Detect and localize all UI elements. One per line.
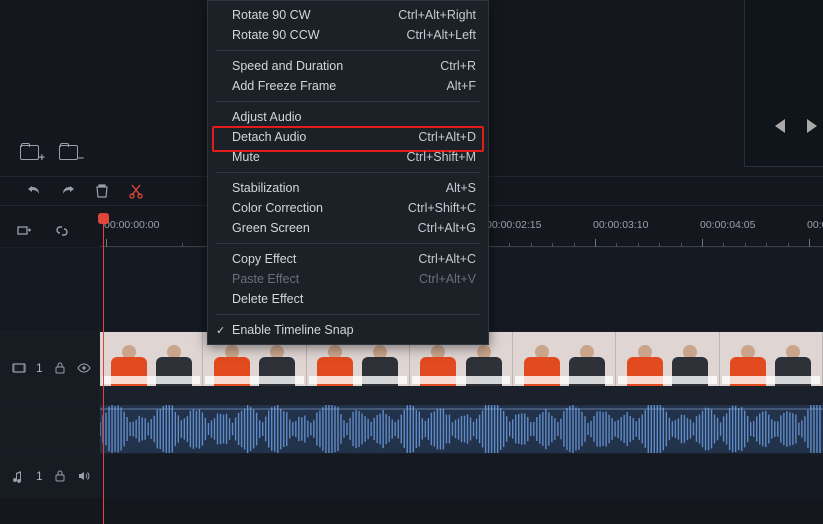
menu-item-label: Color Correction — [232, 201, 323, 215]
menu-item-add-freeze-frame[interactable]: Add Freeze Frame Alt+F — [208, 76, 488, 96]
menu-item-label: Add Freeze Frame — [232, 79, 336, 93]
prev-frame-button[interactable] — [775, 119, 785, 133]
menu-item-shortcut: Alt+F — [446, 79, 476, 93]
menu-item-paste-effect: Paste Effect Ctrl+Alt+V — [208, 269, 488, 289]
menu-item-adjust-audio[interactable]: Adjust Audio — [208, 107, 488, 127]
video-track-icon — [12, 361, 26, 375]
lock-icon[interactable] — [53, 361, 67, 375]
audio-track-inline — [0, 404, 823, 453]
next-frame-button[interactable] — [807, 119, 817, 133]
menu-item-shortcut: Ctrl+Shift+C — [408, 201, 476, 215]
clip-thumbnail — [616, 332, 719, 386]
menu-item-delete-effect[interactable]: Delete Effect — [208, 289, 488, 309]
context-menu: Rotate 90 CW Ctrl+Alt+Right Rotate 90 CCW C… — [207, 0, 489, 345]
menu-item-shortcut: Alt+S — [446, 181, 476, 195]
menu-item-label: Paste Effect — [232, 272, 299, 286]
menu-item-label: Speed and Duration — [232, 59, 343, 73]
audio-track: 1 — [0, 453, 823, 498]
menu-item-copy-effect[interactable]: Copy Effect Ctrl+Alt+C — [208, 249, 488, 269]
undo-button[interactable] — [26, 183, 42, 199]
check-icon: ✓ — [216, 324, 225, 337]
menu-item-rotate-90-ccw[interactable]: Rotate 90 CCW Ctrl+Alt+Left — [208, 25, 488, 45]
menu-item-label: Rotate 90 CW — [232, 8, 311, 22]
audio-track-index: 1 — [36, 469, 43, 483]
menu-item-label: Delete Effect — [232, 292, 303, 306]
cut-button[interactable] — [128, 183, 144, 199]
menu-item-shortcut: Ctrl+R — [440, 59, 476, 73]
menu-item-label: Stabilization — [232, 181, 299, 195]
menu-item-label: Detach Audio — [232, 130, 306, 144]
delete-button[interactable] — [94, 183, 110, 199]
menu-item-shortcut: Ctrl+Alt+C — [418, 252, 476, 266]
ruler-label: 00:0 — [807, 219, 823, 231]
menu-item-label: Enable Timeline Snap — [232, 323, 354, 337]
menu-item-label: Copy Effect — [232, 252, 296, 266]
audio-track-icon — [12, 469, 26, 483]
redo-button[interactable] — [60, 183, 76, 199]
preview-panel — [744, 0, 823, 167]
menu-item-detach-audio[interactable]: Detach Audio Ctrl+Alt+D — [208, 127, 488, 147]
ruler-label: 00:00:02:15 — [486, 219, 541, 231]
menu-item-label: Adjust Audio — [232, 110, 302, 124]
menu-item-shortcut: Ctrl+Alt+Right — [398, 8, 476, 22]
add-marker-button[interactable] — [16, 223, 32, 239]
speaker-icon[interactable] — [77, 469, 91, 483]
menu-item-shortcut: Ctrl+Shift+M — [407, 150, 476, 164]
playhead[interactable] — [103, 215, 104, 524]
add-folder-icon[interactable]: + — [20, 145, 39, 160]
clip-thumbnail — [513, 332, 616, 386]
lock-icon[interactable] — [53, 469, 67, 483]
ruler-label: 00:00:03:10 — [593, 219, 648, 231]
menu-item-stabilization[interactable]: Stabilization Alt+S — [208, 178, 488, 198]
menu-item-speed-and-duration[interactable]: Speed and Duration Ctrl+R — [208, 56, 488, 76]
menu-item-label: Green Screen — [232, 221, 310, 235]
clip-thumbnail — [100, 332, 203, 386]
menu-item-color-correction[interactable]: Color Correction Ctrl+Shift+C — [208, 198, 488, 218]
menu-item-shortcut: Ctrl+Alt+V — [419, 272, 476, 286]
clip-thumbnail — [720, 332, 823, 386]
remove-folder-icon[interactable]: – — [59, 145, 78, 160]
menu-item-mute[interactable]: Mute Ctrl+Shift+M — [208, 147, 488, 167]
video-track-index: 1 — [36, 361, 43, 375]
menu-item-rotate-90-cw[interactable]: Rotate 90 CW Ctrl+Alt+Right — [208, 5, 488, 25]
menu-item-shortcut: Ctrl+Alt+D — [418, 130, 476, 144]
menu-item-label: Rotate 90 CCW — [232, 28, 320, 42]
ruler-label: 00:00:00:00 — [104, 219, 159, 231]
menu-item-label: Mute — [232, 150, 260, 164]
menu-item-green-screen[interactable]: Green Screen Ctrl+Alt+G — [208, 218, 488, 238]
ruler-label: 00:00:04:05 — [700, 219, 755, 231]
menu-item-shortcut: Ctrl+Alt+G — [418, 221, 476, 235]
link-button[interactable] — [54, 223, 70, 239]
menu-item-shortcut: Ctrl+Alt+Left — [407, 28, 476, 42]
audio-clip[interactable] — [100, 405, 823, 453]
menu-item-enable-timeline-snap[interactable]: ✓ Enable Timeline Snap — [208, 320, 488, 340]
eye-icon[interactable] — [77, 361, 91, 375]
